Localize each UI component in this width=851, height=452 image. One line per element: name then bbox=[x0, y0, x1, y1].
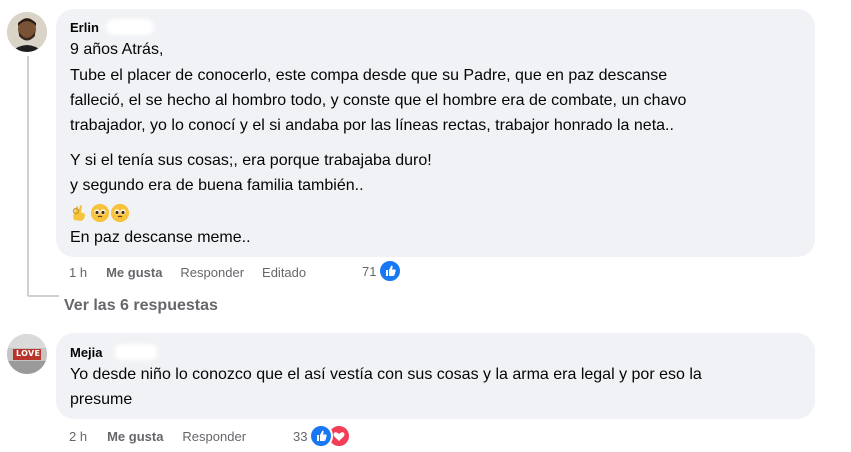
comment-text-line: y segundo era de buena familia también.. bbox=[70, 177, 364, 194]
like-button[interactable]: Me gusta bbox=[107, 429, 163, 444]
comment-actions: 1 h Me gusta Responder Editado bbox=[69, 263, 306, 281]
comment-text-line: trabajador, yo lo conocí y el si andaba … bbox=[70, 117, 674, 134]
reaction-summary[interactable]: 71 bbox=[362, 259, 403, 283]
redaction bbox=[114, 344, 158, 360]
comment-text-line: falleció, el se hecho al hombro todo, y … bbox=[70, 92, 687, 109]
avatar[interactable] bbox=[7, 12, 47, 52]
comment-text-line: Yo desde niño lo conozco que el así vest… bbox=[70, 366, 702, 383]
comment-text-line: Y si el tenía sus cosas;, era porque tra… bbox=[70, 152, 432, 169]
comment-timestamp[interactable]: 1 h bbox=[69, 265, 87, 280]
redaction bbox=[106, 19, 154, 35]
ok-hand-emoji bbox=[70, 204, 88, 222]
comment-text-line: Tube el placer de conocerlo, este compa … bbox=[70, 67, 668, 84]
comment-author[interactable]: Mejia bbox=[70, 345, 103, 360]
comment-author[interactable]: Erlin bbox=[70, 20, 99, 35]
reaction-count: 71 bbox=[362, 263, 377, 279]
view-replies-link[interactable]: Ver las 6 respuestas bbox=[64, 297, 218, 315]
pleading-face-emoji bbox=[111, 204, 129, 222]
reaction-summary[interactable]: 33 bbox=[293, 424, 352, 448]
edited-label[interactable]: Editado bbox=[262, 265, 306, 280]
reply-button[interactable]: Responder bbox=[180, 265, 244, 280]
comment-actions: 2 h Me gusta Responder bbox=[69, 427, 246, 445]
comment-text-line: En paz descanse meme.. bbox=[70, 229, 251, 246]
like-icon bbox=[378, 259, 403, 283]
comment-text-line: 9 años Atrás, bbox=[70, 41, 164, 58]
reaction-count: 33 bbox=[293, 428, 308, 444]
comment-timestamp[interactable]: 2 h bbox=[69, 429, 87, 444]
like-icon bbox=[309, 424, 334, 448]
thread-line-branch bbox=[27, 295, 59, 297]
avatar-text: LOVE bbox=[16, 349, 41, 358]
avatar[interactable]: LOVE bbox=[7, 334, 47, 374]
like-button[interactable]: Me gusta bbox=[106, 265, 162, 280]
emoji-row bbox=[70, 203, 131, 223]
profile-photo bbox=[7, 12, 47, 52]
thread-line bbox=[27, 56, 29, 296]
comment-text-line: presume bbox=[70, 391, 133, 408]
pleading-face-emoji bbox=[91, 204, 109, 222]
reply-button[interactable]: Responder bbox=[182, 429, 246, 444]
